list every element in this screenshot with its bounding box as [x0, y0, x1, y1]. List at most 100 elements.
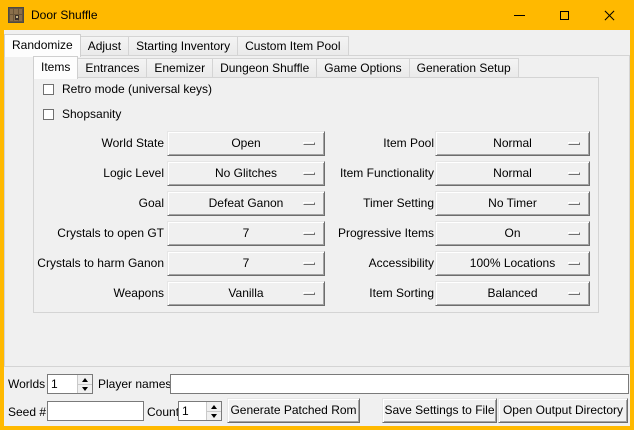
tab-generation-setup[interactable]: Generation Setup	[410, 58, 519, 78]
arrow-down-icon	[211, 414, 217, 418]
world-state-label: World State	[102, 131, 164, 156]
seed-label: Seed #	[8, 402, 46, 422]
worlds-label: Worlds	[8, 374, 45, 394]
titlebar: Door Shuffle	[0, 0, 634, 30]
count-spin-down-button[interactable]	[207, 411, 221, 420]
close-button[interactable]	[587, 0, 632, 30]
maximize-icon	[560, 11, 569, 20]
app-icon	[8, 7, 24, 23]
tab-entrances[interactable]: Entrances	[78, 58, 147, 78]
form-row-2: Logic Level No Glitches Item Functionali…	[4, 161, 634, 186]
generate-patched-rom-button[interactable]: Generate Patched Rom	[227, 398, 360, 423]
tab-adjust[interactable]: Adjust	[81, 36, 129, 56]
player-names-label: Player names	[98, 374, 171, 394]
goal-value: Defeat Ganon	[168, 192, 324, 215]
goal-dropdown[interactable]: Defeat Ganon	[167, 191, 325, 216]
form-row-4: Crystals to open GT 7 Progressive Items …	[4, 221, 634, 246]
dropdown-indicator-icon	[568, 292, 580, 295]
item-functionality-label: Item Functionality	[340, 161, 434, 186]
worlds-spin-buttons	[77, 375, 92, 393]
tab-enemizer[interactable]: Enemizer	[147, 58, 213, 78]
logic-level-value: No Glitches	[168, 162, 324, 185]
crystals-open-gt-dropdown[interactable]: 7	[167, 221, 325, 246]
accessibility-value: 100% Locations	[436, 252, 589, 275]
weapons-value: Vanilla	[168, 282, 324, 305]
item-pool-value: Normal	[436, 132, 589, 155]
count-input[interactable]	[179, 402, 206, 420]
item-sorting-dropdown[interactable]: Balanced	[435, 281, 590, 306]
tab-game-options[interactable]: Game Options	[317, 58, 409, 78]
worlds-spin-up-button[interactable]	[78, 375, 92, 384]
outer-tab-bar: Randomize Adjust Starting Inventory Cust…	[4, 33, 349, 56]
tab-items[interactable]: Items	[33, 56, 78, 79]
dropdown-indicator-icon	[303, 202, 315, 205]
crystals-harm-ganon-dropdown[interactable]: 7	[167, 251, 325, 276]
close-icon	[603, 9, 616, 22]
dropdown-indicator-icon	[303, 262, 315, 265]
crystals-open-gt-value: 7	[168, 222, 324, 245]
world-state-dropdown[interactable]: Open	[167, 131, 325, 156]
weapons-label: Weapons	[114, 281, 164, 306]
accessibility-dropdown[interactable]: 100% Locations	[435, 251, 590, 276]
form-row-1: World State Open Item Pool Normal	[4, 131, 634, 156]
retro-mode-checkbox[interactable]	[43, 84, 54, 95]
count-spinbox[interactable]	[178, 401, 222, 421]
window-title: Door Shuffle	[31, 8, 98, 22]
crystals-harm-ganon-value: 7	[168, 252, 324, 275]
world-state-value: Open	[168, 132, 324, 155]
dropdown-indicator-icon	[568, 172, 580, 175]
item-sorting-value: Balanced	[436, 282, 589, 305]
door-shuffle-window: Door Shuffle Randomize Adjust Starting I…	[0, 0, 634, 430]
maximize-button[interactable]	[542, 0, 587, 30]
minimize-button[interactable]	[497, 0, 542, 30]
tab-custom-item-pool[interactable]: Custom Item Pool	[238, 36, 348, 56]
count-spin-up-button[interactable]	[207, 402, 221, 411]
logic-level-dropdown[interactable]: No Glitches	[167, 161, 325, 186]
goal-label: Goal	[139, 191, 164, 216]
item-pool-label: Item Pool	[383, 131, 434, 156]
progressive-items-dropdown[interactable]: On	[435, 221, 590, 246]
dropdown-indicator-icon	[568, 142, 580, 145]
progressive-items-value: On	[436, 222, 589, 245]
item-sorting-label: Item Sorting	[369, 281, 434, 306]
retro-mode-row[interactable]: Retro mode (universal keys)	[43, 82, 212, 96]
tab-randomize[interactable]: Randomize	[4, 34, 81, 57]
item-functionality-dropdown[interactable]: Normal	[435, 161, 590, 186]
shopsanity-row[interactable]: Shopsanity	[43, 107, 121, 121]
worlds-input[interactable]	[48, 375, 77, 393]
seed-input[interactable]	[47, 401, 144, 421]
item-functionality-value: Normal	[436, 162, 589, 185]
count-spin-buttons	[206, 402, 221, 420]
worlds-spin-down-button[interactable]	[78, 384, 92, 393]
dropdown-indicator-icon	[303, 142, 315, 145]
timer-setting-label: Timer Setting	[363, 191, 434, 216]
count-label: Count	[147, 402, 179, 422]
minimize-icon	[514, 15, 525, 16]
shopsanity-checkbox[interactable]	[43, 109, 54, 120]
form-row-5: Crystals to harm Ganon 7 Accessibility 1…	[4, 251, 634, 276]
dropdown-indicator-icon	[303, 172, 315, 175]
save-settings-button[interactable]: Save Settings to File	[382, 398, 497, 423]
dropdown-indicator-icon	[568, 232, 580, 235]
timer-setting-value: No Timer	[436, 192, 589, 215]
player-names-input[interactable]	[170, 374, 629, 394]
inner-tab-bar: Items Entrances Enemizer Dungeon Shuffle…	[33, 56, 519, 78]
dropdown-indicator-icon	[303, 232, 315, 235]
weapons-dropdown[interactable]: Vanilla	[167, 281, 325, 306]
tab-starting-inventory[interactable]: Starting Inventory	[129, 36, 238, 56]
dropdown-indicator-icon	[568, 202, 580, 205]
arrow-up-icon	[82, 378, 88, 382]
timer-setting-dropdown[interactable]: No Timer	[435, 191, 590, 216]
dropdown-indicator-icon	[303, 292, 315, 295]
tab-dungeon-shuffle[interactable]: Dungeon Shuffle	[213, 58, 317, 78]
crystals-harm-ganon-label: Crystals to harm Ganon	[37, 251, 164, 276]
form-row-3: Goal Defeat Ganon Timer Setting No Timer	[4, 191, 634, 216]
form-row-6: Weapons Vanilla Item Sorting Balanced	[4, 281, 634, 306]
dropdown-indicator-icon	[568, 262, 580, 265]
item-pool-dropdown[interactable]: Normal	[435, 131, 590, 156]
retro-mode-label: Retro mode (universal keys)	[62, 82, 212, 96]
logic-level-label: Logic Level	[103, 161, 164, 186]
accessibility-label: Accessibility	[369, 251, 434, 276]
worlds-spinbox[interactable]	[47, 374, 93, 394]
open-output-directory-button[interactable]: Open Output Directory	[498, 398, 628, 423]
